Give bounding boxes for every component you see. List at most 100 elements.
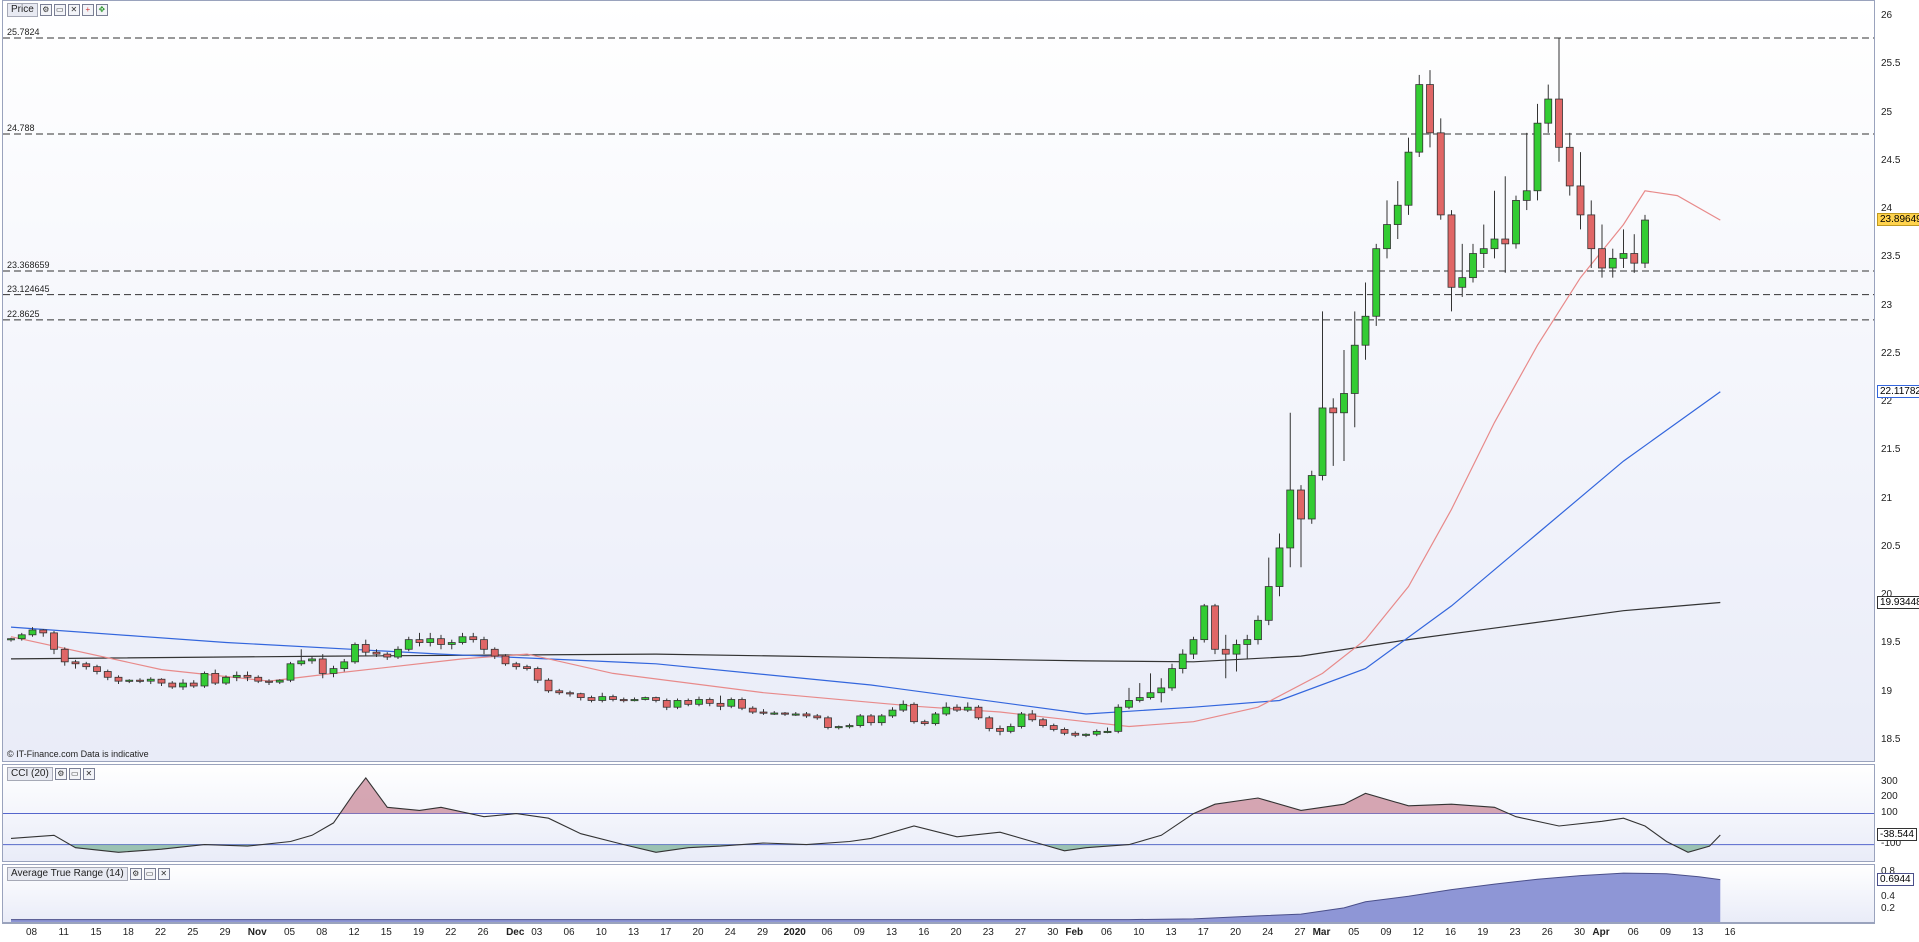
- candle[interactable]: [1060, 727, 1069, 736]
- candle[interactable]: [738, 697, 746, 711]
- candle[interactable]: [684, 698, 693, 707]
- candle[interactable]: [1125, 687, 1133, 710]
- cci-y-axis[interactable]: 300 200 100 -100 -38.544: [1877, 764, 1919, 862]
- candle[interactable]: [985, 715, 994, 732]
- candle[interactable]: [974, 705, 983, 720]
- candle[interactable]: [1318, 311, 1327, 481]
- candle[interactable]: [899, 700, 908, 713]
- candle[interactable]: [254, 675, 263, 684]
- candle[interactable]: [146, 677, 155, 685]
- candle[interactable]: [630, 697, 639, 702]
- candle[interactable]: [1329, 398, 1338, 466]
- candle[interactable]: [136, 678, 144, 684]
- candle[interactable]: [1361, 282, 1370, 360]
- candle[interactable]: [71, 659, 80, 669]
- candle[interactable]: [1576, 152, 1585, 230]
- window-icon[interactable]: ▭: [68, 768, 81, 780]
- candle[interactable]: [566, 690, 574, 697]
- candle[interactable]: [1071, 731, 1080, 738]
- candle[interactable]: [329, 665, 338, 678]
- candle[interactable]: [695, 696, 703, 707]
- close-icon[interactable]: ✕: [157, 868, 170, 880]
- candle[interactable]: [1555, 38, 1563, 162]
- candle[interactable]: [1307, 470, 1316, 524]
- candle[interactable]: [275, 679, 284, 685]
- candle[interactable]: [1286, 412, 1295, 568]
- candle[interactable]: [1103, 727, 1112, 734]
- candle[interactable]: [727, 697, 736, 709]
- candle[interactable]: [82, 661, 91, 670]
- candle[interactable]: [1479, 224, 1488, 268]
- candle[interactable]: [1469, 243, 1477, 283]
- candle[interactable]: [1415, 74, 1424, 157]
- candle[interactable]: [512, 661, 521, 670]
- candle[interactable]: [1458, 243, 1467, 297]
- candle[interactable]: [802, 712, 811, 718]
- candle[interactable]: [813, 713, 822, 720]
- candle[interactable]: [1512, 195, 1520, 249]
- candle[interactable]: [963, 702, 972, 713]
- candle[interactable]: [447, 639, 456, 650]
- candle[interactable]: [867, 713, 875, 726]
- candle[interactable]: [361, 639, 370, 657]
- candle[interactable]: [770, 711, 779, 715]
- candle[interactable]: [523, 664, 531, 671]
- candle[interactable]: [1340, 350, 1348, 462]
- candle[interactable]: [60, 647, 69, 666]
- candle[interactable]: [791, 712, 800, 716]
- add-icon[interactable]: +: [81, 4, 94, 16]
- candle[interactable]: [1157, 678, 1166, 703]
- candle[interactable]: [189, 680, 198, 688]
- candle[interactable]: [920, 719, 929, 726]
- candle[interactable]: [351, 642, 359, 664]
- candle[interactable]: [587, 695, 596, 703]
- candle[interactable]: [662, 698, 671, 711]
- candle[interactable]: [888, 707, 897, 718]
- candle[interactable]: [469, 632, 478, 643]
- candle[interactable]: [1426, 70, 1434, 148]
- candle[interactable]: [1501, 176, 1510, 273]
- candle[interactable]: [1350, 311, 1359, 428]
- candle[interactable]: [1587, 200, 1596, 268]
- candle[interactable]: [437, 634, 445, 650]
- candle[interactable]: [415, 632, 424, 647]
- candle[interactable]: [340, 658, 349, 672]
- candle[interactable]: [243, 671, 252, 682]
- candle[interactable]: [1211, 603, 1219, 655]
- candle[interactable]: [501, 654, 510, 666]
- candle[interactable]: [576, 692, 585, 701]
- candle[interactable]: [619, 697, 628, 703]
- candle[interactable]: [716, 695, 725, 711]
- atr-pane[interactable]: Average True Range (14) ⚙ ▭ ✕: [2, 864, 1875, 923]
- candle[interactable]: [1598, 224, 1606, 278]
- candle[interactable]: [1619, 229, 1628, 268]
- atr-y-axis[interactable]: 0.80.60.40.20.6944: [1877, 864, 1919, 923]
- candle[interactable]: [1082, 733, 1090, 738]
- candle[interactable]: [383, 652, 392, 660]
- candle[interactable]: [179, 679, 187, 690]
- cci-pane[interactable]: CCI (20) ⚙ ▭ ✕: [2, 764, 1875, 862]
- candle[interactable]: [931, 712, 940, 726]
- candle[interactable]: [856, 713, 865, 728]
- candle[interactable]: [7, 637, 15, 642]
- candle[interactable]: [1264, 557, 1273, 626]
- candle[interactable]: [1544, 84, 1553, 133]
- candle[interactable]: [781, 712, 789, 716]
- candle[interactable]: [1243, 634, 1252, 659]
- candle[interactable]: [1447, 210, 1456, 312]
- candle[interactable]: [996, 725, 1004, 736]
- candle[interactable]: [404, 636, 413, 652]
- candle[interactable]: [555, 688, 564, 695]
- candle[interactable]: [748, 706, 757, 714]
- candle[interactable]: [168, 681, 177, 689]
- price-pane[interactable]: Price ⚙ ▭ ✕ + ✥ 25.7824 24.788 23.368659 23…: [2, 0, 1875, 762]
- candle[interactable]: [953, 704, 961, 713]
- candle[interactable]: [1436, 118, 1445, 220]
- candle[interactable]: [652, 696, 660, 703]
- candle[interactable]: [1393, 181, 1402, 240]
- close-icon[interactable]: ✕: [67, 4, 80, 16]
- candle[interactable]: [458, 632, 467, 645]
- candle[interactable]: [1297, 485, 1305, 568]
- candle[interactable]: [1092, 729, 1101, 737]
- candle[interactable]: [232, 671, 241, 682]
